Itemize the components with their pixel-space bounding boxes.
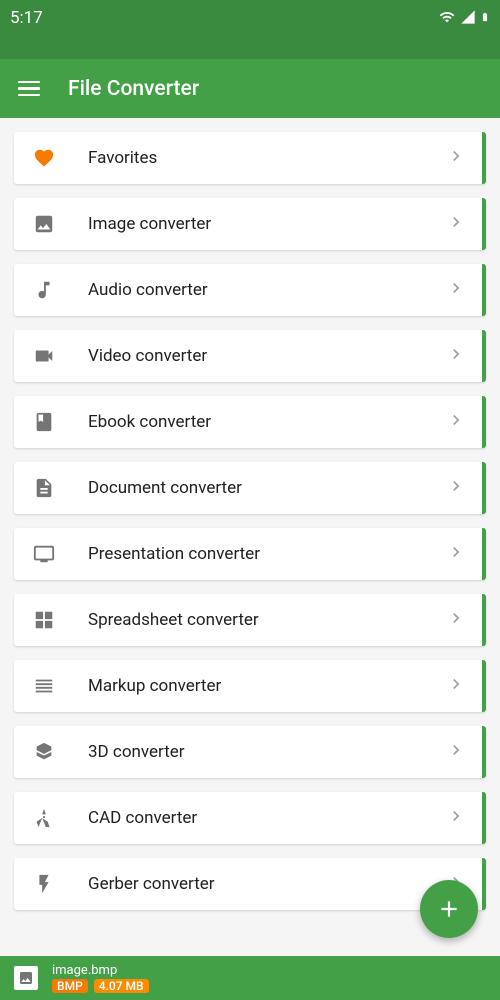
plus-icon [436,896,462,922]
converter-item-gerber[interactable]: Gerber converter [14,858,486,910]
bolt-icon [32,872,56,896]
converter-item-favorites[interactable]: Favorites [14,132,486,184]
file-size-badge: 4.07 MB [94,979,149,993]
file-name: image.bmp [52,964,149,977]
chevron-right-icon [446,608,466,632]
videocam-icon [32,344,56,368]
converter-list: Favorites Image converter Audio converter V… [0,118,500,956]
converter-item-label: Document converter [88,478,446,498]
chevron-right-icon [446,542,466,566]
menu-icon[interactable] [18,81,40,97]
image-icon [32,212,56,236]
converter-item-audio[interactable]: Audio converter [14,264,486,316]
converter-item-label: Presentation converter [88,544,446,564]
chevron-right-icon [446,410,466,434]
file-info: image.bmp BMP 4.07 MB [52,964,149,993]
converter-item-video[interactable]: Video converter [14,330,486,382]
grid-icon [32,608,56,632]
converter-item-label: Markup converter [88,676,446,696]
chevron-right-icon [446,806,466,830]
converter-item-label: Spreadsheet converter [88,610,446,630]
converter-item-label: 3D converter [88,742,446,762]
cubes-icon [32,740,56,764]
converter-item-label: Video converter [88,346,446,366]
chevron-right-icon [446,278,466,302]
file-format-badge: BMP [52,979,88,993]
bottom-bar[interactable]: image.bmp BMP 4.07 MB [0,956,500,1000]
converter-item-spreadsheet[interactable]: Spreadsheet converter [14,594,486,646]
file-icon [32,476,56,500]
converter-item-3d[interactable]: 3D converter [14,726,486,778]
status-time: 5:17 [10,8,43,28]
converter-item-document[interactable]: Document converter [14,462,486,514]
converter-item-label: Audio converter [88,280,446,300]
wifi-icon [438,9,456,25]
status-icons [438,8,490,26]
app-title: File Converter [68,77,199,101]
app-bar: File Converter [0,59,500,118]
converter-item-label: Image converter [88,214,446,234]
image-icon [18,970,34,986]
converter-item-cad[interactable]: CAD converter [14,792,486,844]
status-bar: 5:17 [0,0,500,59]
converter-item-label: Gerber converter [88,874,446,894]
chevron-right-icon [446,212,466,236]
file-thumbnail [14,966,38,990]
lines-icon [32,674,56,698]
chevron-right-icon [446,740,466,764]
chevron-right-icon [446,674,466,698]
music-note-icon [32,278,56,302]
signal-icon [460,9,476,25]
heart-icon [32,146,56,170]
converter-item-markup[interactable]: Markup converter [14,660,486,712]
converter-item-presentation[interactable]: Presentation converter [14,528,486,580]
compass-icon [32,806,56,830]
converter-item-label: Favorites [88,148,446,168]
chevron-right-icon [446,476,466,500]
chevron-right-icon [446,146,466,170]
book-icon [32,410,56,434]
monitor-icon [32,542,56,566]
battery-icon [480,8,490,26]
converter-item-label: CAD converter [88,808,446,828]
converter-item-label: Ebook converter [88,412,446,432]
converter-item-ebook[interactable]: Ebook converter [14,396,486,448]
add-button[interactable] [420,880,478,938]
converter-item-image[interactable]: Image converter [14,198,486,250]
chevron-right-icon [446,344,466,368]
